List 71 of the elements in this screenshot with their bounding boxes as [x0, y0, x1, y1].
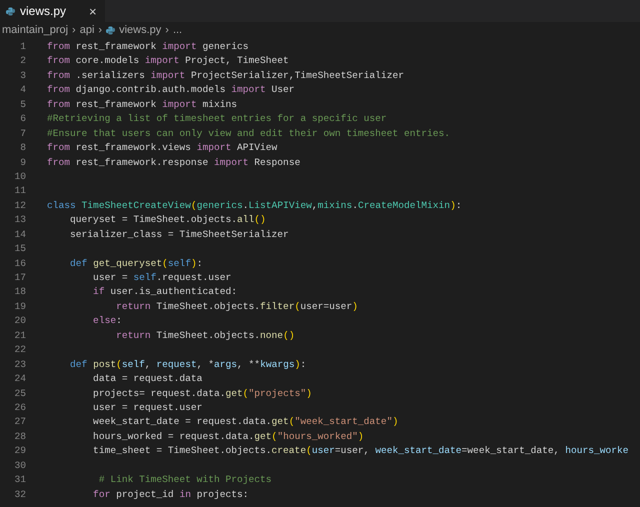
line-number: 17 [13, 271, 26, 285]
breadcrumb-item[interactable]: api [80, 22, 94, 39]
line-number: 5 [19, 98, 26, 112]
code-line: else: [92, 314, 122, 328]
editor-tab[interactable]: views.py × [0, 0, 105, 22]
line-number: 18 [13, 285, 26, 300]
line-number: 16 [13, 256, 26, 271]
code-line: return TimeSheet.objects.none() [115, 328, 295, 343]
line-number: 24 [13, 372, 26, 386]
line-number: 10 [13, 170, 26, 184]
code-line: for project_id in projects: [92, 488, 249, 502]
code-line: from django.contrib.auth.models import User [47, 83, 295, 98]
code-line: from rest_framework import mixins [47, 98, 238, 112]
code-line: def post(self, request, *args, **kwargs): [69, 358, 306, 372]
code-line: serializer_class = TimeSheetSerializer [69, 228, 289, 242]
line-number: 8 [19, 141, 26, 156]
line-number: 12 [13, 198, 26, 213]
code-line: return TimeSheet.objects.filter(user=user) [115, 300, 358, 314]
code-line: user = request.user [92, 400, 202, 415]
code-line: def get_queryset(self): [69, 256, 202, 271]
tab-title: views.py [20, 3, 66, 20]
code-line: time_sheet = TimeSheet.objects.create(user=user, week_start_date=week_start_date, hours_worke [92, 444, 629, 458]
line-number: 11 [13, 184, 26, 198]
chevron-icon: › [72, 22, 76, 39]
line-number: 29 [13, 444, 26, 458]
code-line: queryset = TimeSheet.objects.all() [69, 213, 266, 228]
line-number: 3 [19, 68, 26, 83]
code-line: hours_worked = request.data.get("hours_worked") [92, 430, 364, 444]
line-number: 23 [13, 358, 26, 372]
code-line: #Retrieving a list of timesheet entries for a specific user [47, 112, 387, 126]
line-number: 22 [13, 343, 26, 358]
breadcrumb-more[interactable]: ... [172, 22, 182, 39]
line-number: 14 [13, 228, 26, 242]
line-number: 31 [13, 473, 26, 488]
line-number: 30 [13, 458, 26, 473]
line-number: 19 [13, 300, 26, 314]
line-number: 13 [13, 213, 26, 228]
line-number: 6 [19, 112, 26, 126]
code-line: projects= request.data.get("projects") [92, 386, 312, 400]
code-line: class TimeSheetCreateView(generics.ListAPIView,mixins.CreateModelMixin): [47, 198, 462, 213]
line-number: 27 [13, 415, 26, 430]
code-line: week_start_date = request.data.get("week_start_date") [92, 415, 398, 430]
code-line: #Ensure that users can only view and edit their own timesheet entries. [47, 126, 450, 141]
code-line: user = self.request.user [92, 271, 232, 285]
line-number: 1 [19, 40, 26, 54]
chevron-icon: › [98, 22, 102, 39]
code-line: data = request.data [92, 372, 202, 386]
line-number: 21 [13, 328, 26, 343]
line-number: 7 [19, 126, 26, 141]
breadcrumb-item[interactable]: views.py [119, 22, 162, 39]
code-line: from .serializers import ProjectSerializer,TimeSheetSerializer [47, 68, 404, 83]
close-button[interactable]: × [89, 4, 97, 18]
line-number: 9 [19, 156, 26, 170]
line-number: 4 [19, 83, 26, 98]
line-number: 15 [13, 242, 26, 256]
code-line: from rest_framework import generics [47, 40, 249, 54]
code-line: from rest_framework.response import Response [47, 156, 300, 170]
line-number: 32 [13, 488, 26, 502]
line-number: 25 [13, 386, 26, 400]
chevron-icon: › [165, 22, 169, 39]
line-number: 20 [13, 314, 26, 328]
breadcrumb-item[interactable]: maintain_proj [2, 22, 68, 39]
code-line: from core.models import Project, TimeSheet [47, 54, 289, 68]
code-line: from rest_framework.views import APIView [47, 141, 278, 156]
python-icon [106, 26, 116, 35]
python-icon [6, 6, 15, 16]
code-line: # Link TimeSheet with Projects [98, 473, 272, 488]
line-number: 26 [13, 400, 26, 415]
line-number: 28 [13, 430, 26, 444]
code-line: if user.is_authenticated: [92, 285, 237, 300]
line-number: 2 [19, 54, 26, 68]
